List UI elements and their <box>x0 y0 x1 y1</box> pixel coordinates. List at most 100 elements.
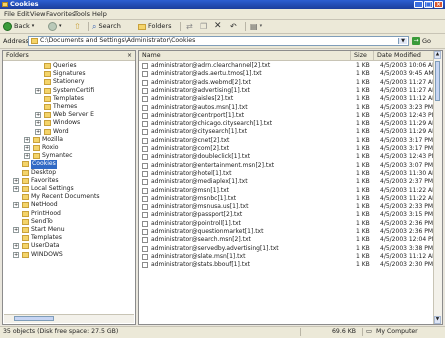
expand-icon[interactable]: + <box>24 145 30 151</box>
expand-icon[interactable]: + <box>13 251 19 258</box>
folder-icon <box>2 2 8 7</box>
file-row[interactable]: administrator@adrn.clearchannel[2].txt 1 … <box>139 62 437 70</box>
up-folder-button[interactable]: ⇧ <box>74 21 81 32</box>
file-row[interactable]: administrator@ads.webmd[2].txt 1 KB 4/5/20… <box>139 78 437 87</box>
file-row[interactable]: administrator@advertising[1].txt 1 KB 4/5/… <box>139 87 437 95</box>
file-row[interactable]: administrator@passport[2].txt 1 KB 4/5/200… <box>139 211 436 219</box>
text-file-icon <box>142 170 148 177</box>
folder-icon <box>44 120 51 127</box>
expand-icon[interactable]: + <box>13 227 19 233</box>
tree-item-label: Desktop <box>31 168 57 176</box>
file-date-modified: 4/5/2003 3:17 PM <box>380 136 434 144</box>
column-header-size[interactable]: Size <box>351 51 374 60</box>
file-row[interactable]: administrator@hotel[1].txt 1 KB 4/5/2003 1… <box>139 169 438 178</box>
delete-button[interactable]: ✕ <box>214 21 222 32</box>
file-row[interactable]: administrator@autos.msn[1].txt 1 KB 4/5/20… <box>139 104 436 112</box>
file-row[interactable]: administrator@ads.aertu.tmos[1].txt 1 KB 4… <box>139 70 436 78</box>
file-row[interactable]: administrator@pointroll[1].txt 1 KB 4/5/20… <box>139 220 436 228</box>
expand-icon[interactable]: + <box>24 153 30 160</box>
file-row[interactable]: administrator@search.msn[2].txt 1 KB 4/5/2… <box>139 236 437 244</box>
text-file-icon <box>142 204 148 211</box>
expand-icon[interactable]: + <box>35 112 41 119</box>
expand-icon[interactable]: + <box>35 120 41 127</box>
file-date-modified: 4/5/2003 12:43 PM <box>380 111 437 119</box>
scroll-up-icon[interactable]: ▲ <box>434 51 441 59</box>
close-icon[interactable]: × <box>127 51 132 60</box>
go-button[interactable]: → Go <box>412 36 431 46</box>
file-date-modified: 4/5/2003 2:30 PM <box>380 261 434 269</box>
tree-item-label: UserData <box>31 242 60 250</box>
file-row[interactable]: administrator@stats.bbouf[1].txt 1 KB 4/5/… <box>139 261 436 269</box>
file-row[interactable]: administrator@servedby.advertising[1].tx… <box>139 245 436 253</box>
file-date-modified: 4/5/2003 11:29 AM <box>380 120 438 128</box>
undo-icon: ↶ <box>230 22 237 31</box>
file-row[interactable]: administrator@msn[1].txt 1 KB 4/5/2003 11:… <box>139 187 437 195</box>
expand-icon[interactable]: + <box>13 177 19 184</box>
file-row[interactable]: administrator@aisles[2].txt 1 KB 4/5/2003 … <box>139 95 437 103</box>
file-row[interactable]: administrator@msnbc[1].txt 1 KB 4/5/2003 1… <box>139 195 437 203</box>
file-size: 1 KB <box>356 78 370 86</box>
expand-icon[interactable]: + <box>13 243 19 250</box>
search-button[interactable]: ⌕ Search <box>92 21 121 32</box>
file-row[interactable]: administrator@com[2].txt 1 KB 4/5/2003 3:1… <box>139 145 436 153</box>
minimize-button[interactable]: _ <box>414 1 423 8</box>
folder-icon <box>22 235 29 242</box>
menu-edit[interactable]: Edit <box>17 10 30 19</box>
list-header: Name Size Date Modified <box>139 51 436 61</box>
file-size: 1 KB <box>356 178 370 186</box>
chevron-down-icon[interactable]: ▼ <box>398 38 407 44</box>
views-button[interactable]: ▤ ▾ <box>250 21 262 32</box>
file-name: administrator@search.msn[2].txt <box>151 236 251 244</box>
text-file-icon <box>142 104 148 111</box>
column-header-name[interactable]: Name <box>139 51 351 60</box>
menu-file[interactable]: File <box>4 10 15 19</box>
menu-tools[interactable]: Tools <box>74 10 90 19</box>
file-row[interactable]: administrator@centrport[1].txt 1 KB 4/5/20… <box>139 111 437 120</box>
close-button[interactable]: × <box>434 1 443 8</box>
expand-icon[interactable]: + <box>35 128 41 135</box>
address-input[interactable]: C:\Documents and Settings\Administrator\… <box>28 36 409 46</box>
expand-icon[interactable]: + <box>13 186 19 192</box>
menu-view[interactable]: View <box>30 10 45 19</box>
file-row[interactable]: administrator@doubleclick[1].txt 1 KB 4/5/… <box>139 153 437 161</box>
file-row[interactable]: administrator@mediaplex[1].txt 1 KB 4/5/20… <box>139 178 436 186</box>
computer-icon: ▭ <box>366 328 372 335</box>
file-row[interactable]: administrator@cnet[2].txt 1 KB 4/5/2003 3:… <box>139 137 436 145</box>
tree-item-label: Local Settings <box>31 185 74 192</box>
file-row[interactable]: administrator@citysearch[1].txt 1 KB 4/5/2… <box>139 128 437 136</box>
file-list-pane[interactable]: Name Size Date Modified administrator@ad… <box>138 50 443 325</box>
folders-icon <box>138 23 146 30</box>
file-row[interactable]: administrator@msnusa.us[1].txt 1 KB 4/5/20… <box>139 203 436 211</box>
folders-pane[interactable]: Folders × Queries Signatures Stationery + Sy… <box>2 50 136 325</box>
maximize-button[interactable]: □ <box>424 1 433 8</box>
folders-button[interactable]: Folders <box>138 21 171 32</box>
copy-to-button[interactable]: ❐ <box>200 21 207 32</box>
tree-item-label: PrintHood <box>31 209 61 217</box>
title-bar[interactable]: Cookies _ □ × <box>0 0 445 9</box>
scrollbar-thumb[interactable] <box>14 316 54 321</box>
file-row[interactable]: administrator@questionmarket[1].txt 1 KB 4… <box>139 228 436 236</box>
expand-icon[interactable]: + <box>35 87 41 94</box>
menu-favorites[interactable]: Favorites <box>46 10 75 19</box>
vertical-scrollbar[interactable]: ▲ ▼ <box>433 51 442 324</box>
expand-icon[interactable]: + <box>24 136 30 143</box>
column-header-date-modified[interactable]: Date Modified <box>374 51 436 60</box>
file-row[interactable]: administrator@chicago.citysearch[1].txt 1… <box>139 120 438 128</box>
menu-help[interactable]: Help <box>92 10 107 19</box>
file-name: administrator@pointroll[1].txt <box>151 219 241 227</box>
back-button[interactable]: Back ▾ <box>3 21 34 32</box>
scrollbar-thumb[interactable] <box>435 61 440 101</box>
scroll-down-icon[interactable]: ▼ <box>434 316 441 324</box>
tree-item-label: Cookies <box>31 160 57 169</box>
file-name: administrator@hotel[1].txt <box>151 169 232 177</box>
move-to-button[interactable]: ⇄ <box>186 21 193 32</box>
file-row[interactable]: administrator@entertainment.msn[2].txt 1 … <box>139 162 436 170</box>
forward-button[interactable]: ▾ <box>48 21 62 32</box>
file-row[interactable]: administrator@slate.msn[1].txt 1 KB 4/5/20… <box>139 253 437 261</box>
file-name: administrator@stats.bbouf[1].txt <box>151 261 250 269</box>
file-name: administrator@ads.webmd[2].txt <box>151 78 251 86</box>
expand-icon[interactable]: + <box>13 202 19 209</box>
undo-button[interactable]: ↶ <box>230 21 237 32</box>
horizontal-scrollbar[interactable] <box>4 314 134 323</box>
file-date-modified: 4/5/2003 11:30 AM <box>380 169 438 177</box>
